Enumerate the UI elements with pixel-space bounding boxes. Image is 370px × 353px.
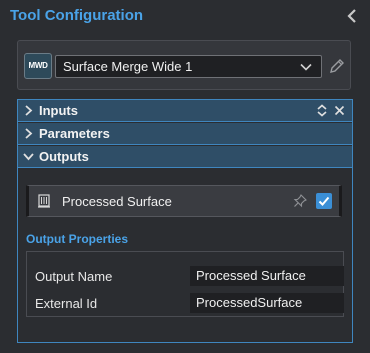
section-outputs[interactable]: Outputs	[18, 146, 352, 168]
tool-dropdown[interactable]: Surface Merge Wide 1	[55, 55, 322, 78]
panel-title: Tool Configuration	[10, 7, 144, 24]
output-properties-box: Output Name Processed Surface External I…	[26, 251, 344, 317]
output-name-field[interactable]: Processed Surface	[190, 266, 344, 286]
section-outputs-label: Outputs	[39, 149, 89, 164]
output-item[interactable]: Processed Surface	[26, 185, 342, 217]
check-icon	[318, 196, 330, 206]
output-properties-title: Output Properties	[26, 232, 129, 246]
section-parameters[interactable]: Parameters	[18, 123, 352, 145]
panel-header: Tool Configuration	[0, 0, 370, 34]
tool-selector-box: MWD Surface Merge Wide 1	[17, 40, 351, 90]
chevron-right-icon	[25, 128, 33, 139]
chevron-right-icon	[25, 105, 33, 116]
collapse-panel-button[interactable]	[343, 7, 361, 25]
chevron-down-icon	[300, 63, 312, 71]
section-parameters-label: Parameters	[39, 126, 110, 141]
surface-icon	[38, 194, 50, 208]
section-inputs-label: Inputs	[39, 103, 78, 118]
collapse-all-icon[interactable]	[334, 105, 345, 116]
tool-dropdown-value: Surface Merge Wide 1	[63, 59, 193, 74]
external-id-field[interactable]: ProcessedSurface	[190, 293, 344, 313]
output-item-label: Processed Surface	[62, 194, 172, 209]
external-id-label: External Id	[35, 296, 98, 311]
outputs-body: Processed Surface Output Properties Outp…	[18, 169, 352, 342]
tool-badge-icon: MWD	[24, 53, 52, 79]
pin-icon[interactable]	[293, 194, 307, 208]
output-enabled-checkbox[interactable]	[316, 193, 332, 209]
expand-all-icon[interactable]	[316, 104, 328, 117]
section-inputs[interactable]: Inputs	[18, 100, 352, 122]
edit-tool-button[interactable]	[328, 57, 346, 75]
pencil-icon	[330, 59, 344, 73]
output-name-label: Output Name	[35, 269, 113, 284]
chevron-left-icon	[347, 9, 356, 23]
chevron-down-icon	[23, 153, 34, 161]
